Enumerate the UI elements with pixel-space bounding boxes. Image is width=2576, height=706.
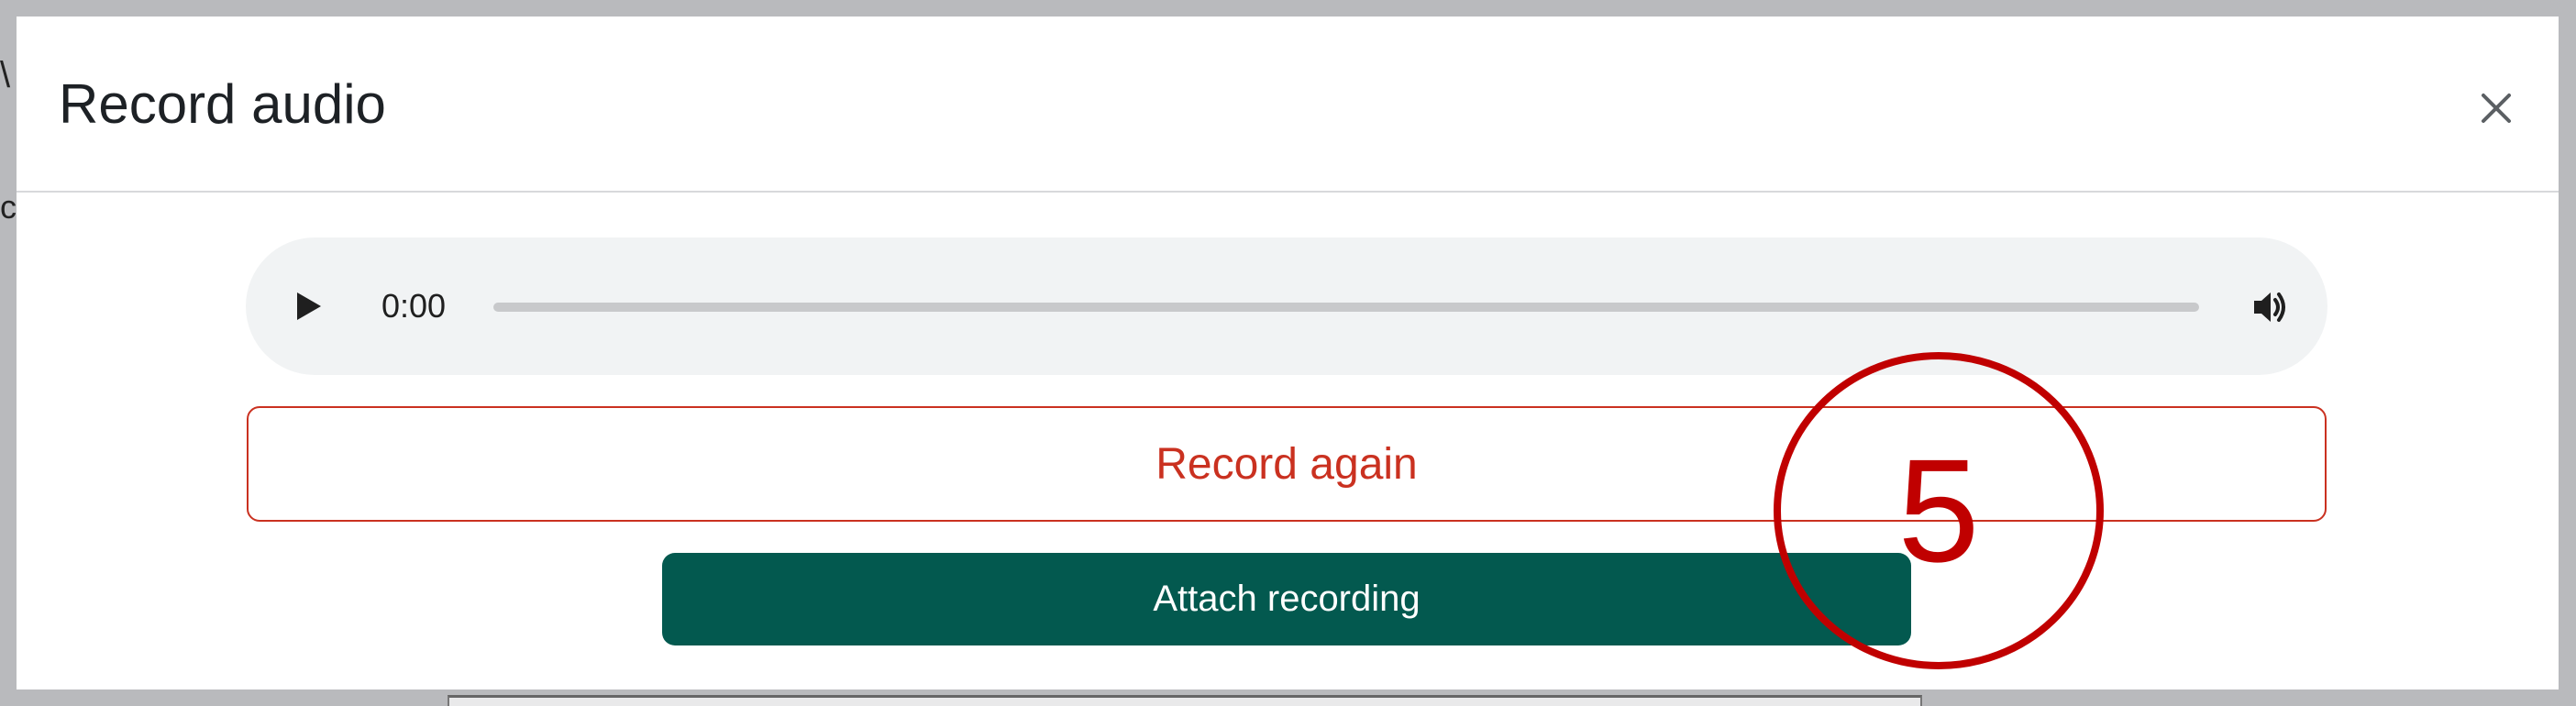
play-icon bbox=[297, 292, 321, 320]
volume-button[interactable] bbox=[2245, 281, 2296, 333]
attach-recording-button[interactable]: Attach recording bbox=[662, 553, 1911, 645]
play-button[interactable] bbox=[286, 283, 332, 329]
volume-icon bbox=[2254, 292, 2285, 322]
current-time: 0:00 bbox=[381, 287, 447, 325]
background-element bbox=[448, 695, 1922, 706]
seek-bar[interactable] bbox=[493, 303, 2199, 312]
background-glyph: \ bbox=[0, 55, 11, 95]
record-again-button[interactable]: Record again bbox=[247, 406, 2327, 522]
audio-player: 0:00 bbox=[246, 237, 2327, 375]
close-button[interactable] bbox=[2469, 81, 2524, 136]
close-icon bbox=[2482, 94, 2511, 123]
dialog-title: Record audio bbox=[59, 73, 386, 135]
record-audio-dialog: Record audio 0:00 Record again Attach re… bbox=[17, 17, 2559, 689]
dialog-header: Record audio bbox=[17, 17, 2559, 193]
background-glyph: c bbox=[0, 188, 17, 226]
